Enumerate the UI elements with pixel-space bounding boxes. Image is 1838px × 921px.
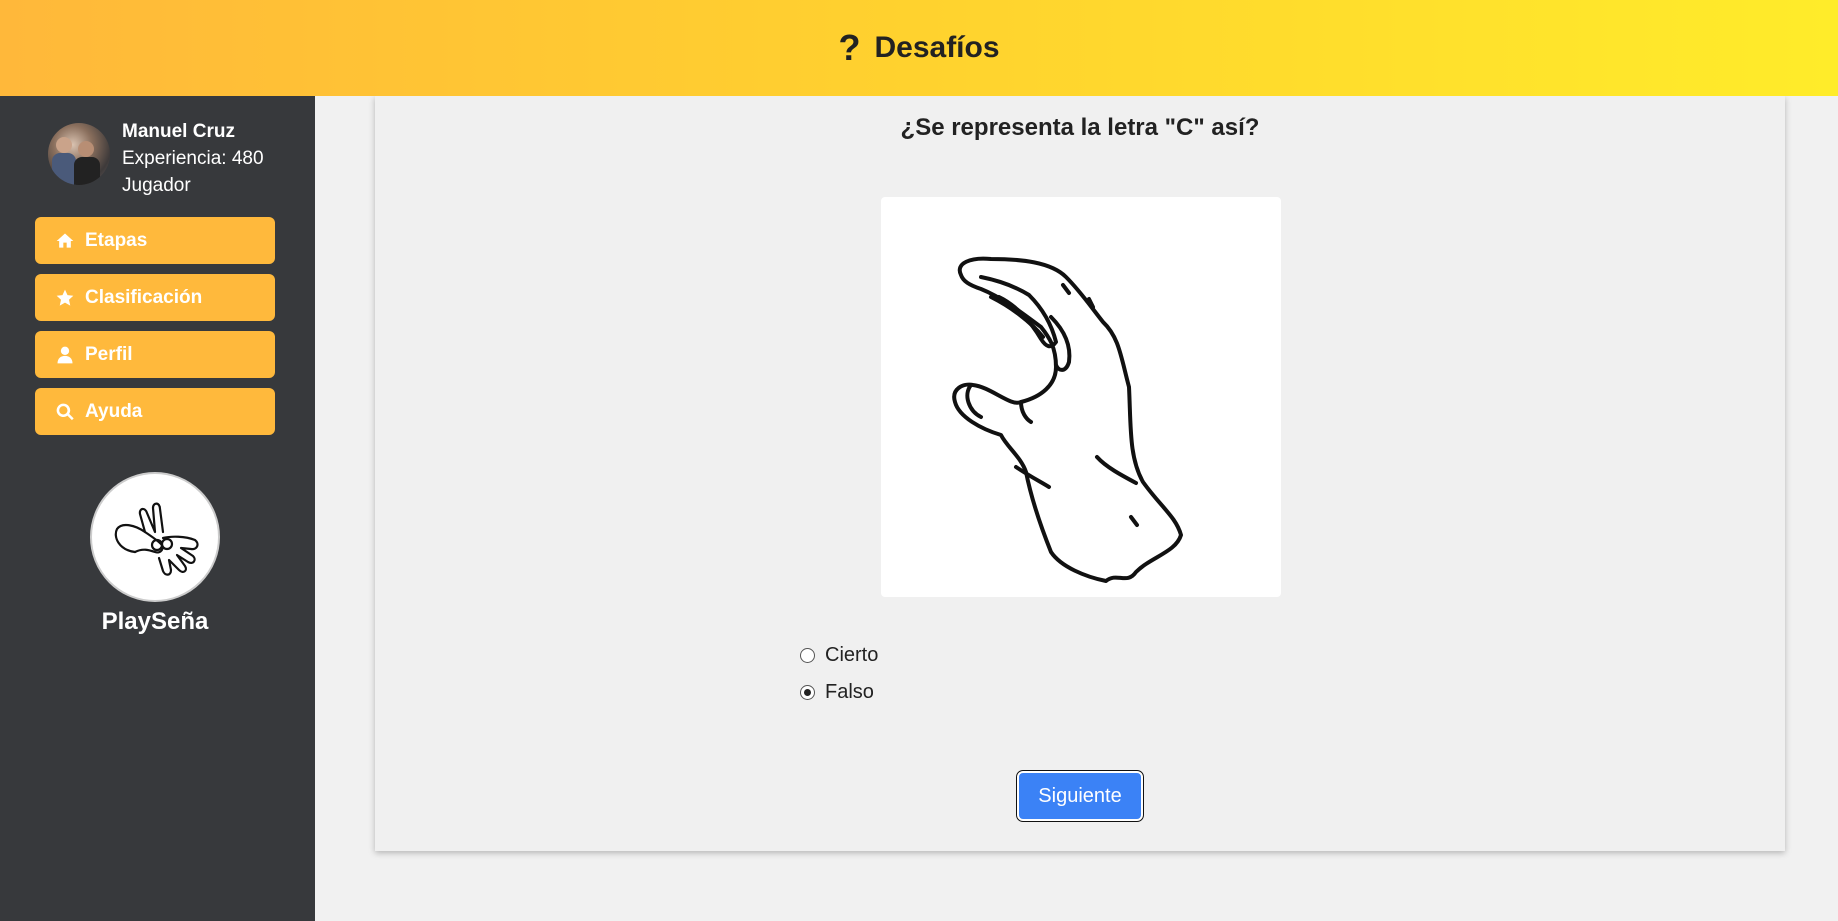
user-role: Jugador <box>122 175 191 196</box>
radio-cierto[interactable] <box>800 648 815 663</box>
sign-language-hands-icon <box>90 472 220 602</box>
sidebar-item-label: Etapas <box>85 229 148 251</box>
avatar[interactable] <box>48 123 110 185</box>
header-title-group: ? Desafíos <box>838 30 999 66</box>
sidebar-item-label: Ayuda <box>85 400 143 422</box>
sidebar-item-label: Perfil <box>85 343 133 365</box>
option-label: Cierto <box>825 644 879 666</box>
option-falso[interactable]: Falso <box>800 674 878 711</box>
user-icon <box>57 346 73 363</box>
answer-options: Cierto Falso <box>800 637 878 711</box>
sidebar-nav: Etapas Clasificación Perfil Ayuda <box>35 217 275 445</box>
sidebar-item-etapas[interactable]: Etapas <box>35 217 275 264</box>
search-icon <box>56 403 74 420</box>
top-header: ? Desafíos <box>0 0 1838 96</box>
user-experience: Experiencia: 480 <box>122 148 264 169</box>
option-label: Falso <box>825 681 874 703</box>
brand-logo: PlaySeña <box>0 472 310 636</box>
home-icon <box>56 233 74 248</box>
sidebar-item-ayuda[interactable]: Ayuda <box>35 388 275 435</box>
sidebar-item-label: Clasificación <box>85 286 203 308</box>
sidebar: Manuel Cruz Experiencia: 480 Jugador Eta… <box>0 96 315 921</box>
question-text: ¿Se representa la letra "C" así? <box>900 114 1260 141</box>
hand-sign-image <box>881 197 1281 597</box>
brand-name: PlaySeña <box>101 608 209 635</box>
sidebar-item-perfil[interactable]: Perfil <box>35 331 275 378</box>
next-button[interactable]: Siguiente <box>1016 770 1144 822</box>
user-profile: Manuel Cruz Experiencia: 480 Jugador <box>48 118 264 199</box>
challenge-card: ¿Se representa la letra "C" así? Cierto <box>375 96 1785 851</box>
option-cierto[interactable]: Cierto <box>800 637 878 674</box>
star-icon <box>56 289 74 306</box>
sidebar-item-clasificacion[interactable]: Clasificación <box>35 274 275 321</box>
radio-falso[interactable] <box>800 685 815 700</box>
page-title: Desafíos <box>874 31 1000 64</box>
user-name: Manuel Cruz <box>122 121 235 142</box>
question-icon: ? <box>838 27 861 68</box>
user-info: Manuel Cruz Experiencia: 480 Jugador <box>122 118 264 199</box>
